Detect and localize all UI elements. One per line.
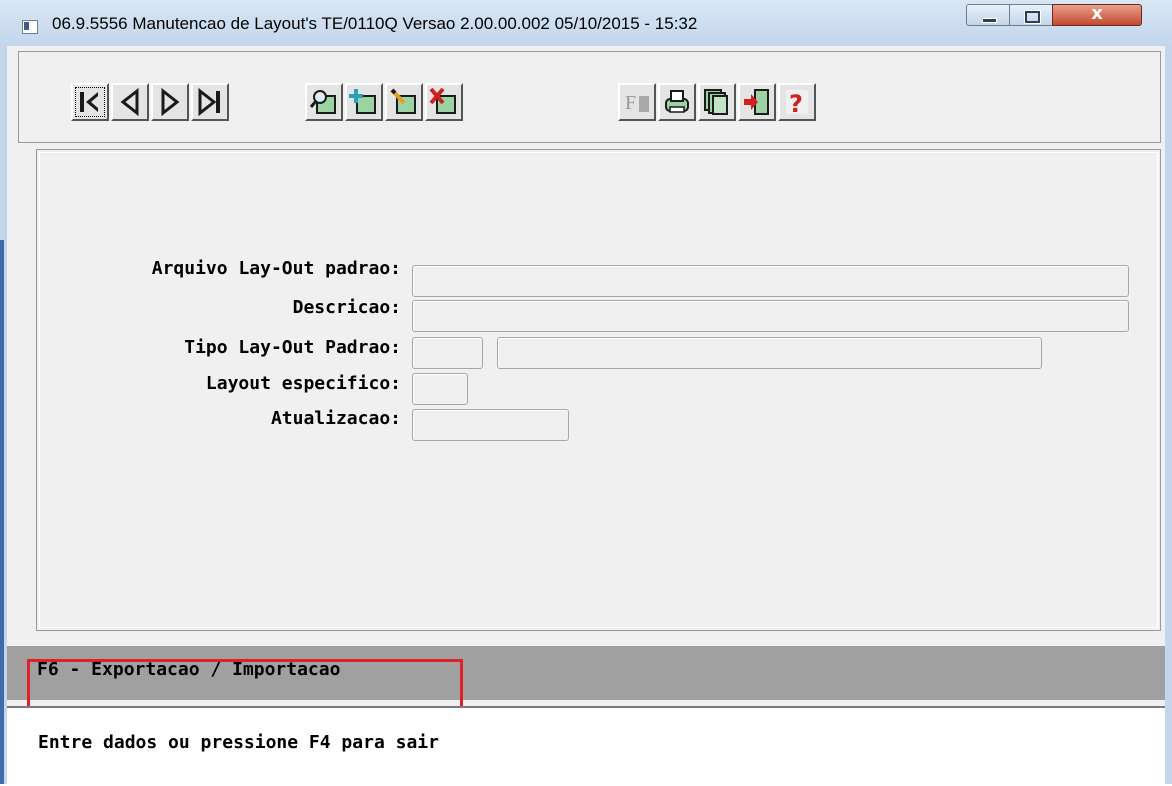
delete-record-icon [429,87,456,114]
search-icon [309,90,336,114]
exit-icon [744,89,769,115]
status-message: Entre dados ou pressione F4 para sair [38,732,439,753]
previous-record-button[interactable] [111,83,149,121]
especifico-label-wrap: Layout especifico: [7,373,401,397]
copy-button[interactable] [698,83,736,121]
last-record-icon [198,87,220,117]
window-frame-right [1165,46,1172,784]
minimize-icon [982,18,997,23]
add-record-icon [349,89,376,114]
print-button[interactable] [658,83,696,121]
svg-text:?: ? [789,90,803,117]
application-icon[interactable] [22,20,38,34]
layout-especifico-field[interactable] [412,373,468,405]
first-record-button[interactable] [71,83,109,121]
close-icon: x [1091,3,1103,24]
next-record-button[interactable] [151,83,189,121]
maximize-button[interactable] [1009,4,1053,26]
next-record-icon [161,87,180,117]
window-title: 06.9.5556 Manutencao de Layout's TE/0110… [52,14,698,33]
close-button[interactable]: x [1052,3,1142,26]
previous-record-icon [120,87,139,117]
status-bar: Entre dados ou pressione F4 para sair [7,706,1165,786]
maximize-icon [1024,10,1041,24]
descricao-label: Descricao: [292,297,401,318]
add-record-button[interactable] [345,83,383,121]
arquivo-label: Arquivo Lay-Out padrao: [151,258,401,279]
arquivo-label-wrap: Arquivo Lay-Out padrao: [7,258,401,282]
tipo-layout-description-field [497,337,1042,369]
filter-button[interactable]: F [618,83,656,121]
exit-button[interactable] [738,83,776,121]
atualizacao-label: Atualizacao: [270,408,401,429]
layout-especifico-label: Layout especifico: [205,373,401,394]
edit-record-button[interactable] [385,83,423,121]
filter-icon: F [625,92,649,114]
tipo-layout-code-field[interactable] [412,337,483,369]
atualizacao-field[interactable] [412,409,569,441]
print-icon [665,90,689,113]
tipo-layout-label: Tipo Lay-Out Padrao: [184,337,401,358]
tipo-label-wrap: Tipo Lay-Out Padrao: [7,337,401,361]
edit-record-icon [390,88,416,114]
copy-icon [704,89,728,115]
arquivo-layout-field[interactable] [412,265,1129,297]
minimize-button[interactable] [966,4,1010,26]
search-button[interactable] [305,83,343,121]
window-frame-shadow [0,240,4,784]
svg-text:F: F [625,92,636,114]
last-record-button[interactable] [191,83,229,121]
descricao-field[interactable] [412,300,1129,332]
window-title-bar[interactable]: 06.9.5556 Manutencao de Layout's TE/0110… [0,0,1172,46]
help-icon: ? [786,90,808,117]
help-button[interactable]: ? [778,83,816,121]
toolbar: F ? [18,51,1161,143]
delete-record-button[interactable] [425,83,463,121]
descricao-label-wrap: Descricao: [7,297,401,321]
atualizacao-label-wrap: Atualizacao: [7,408,401,432]
first-record-icon [80,92,98,112]
